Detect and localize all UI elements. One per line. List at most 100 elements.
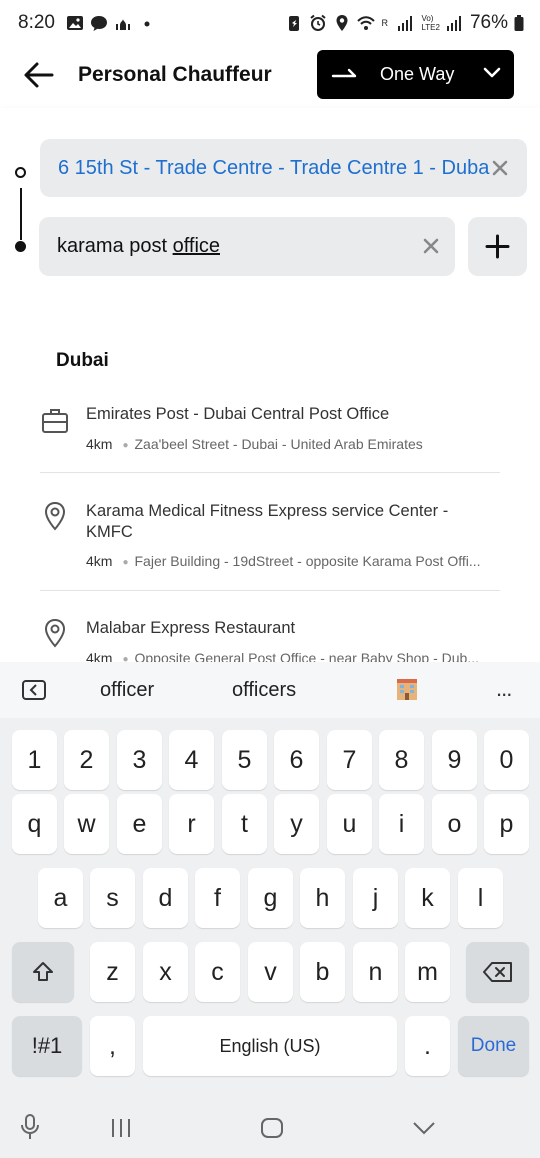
key-z[interactable]: z	[90, 942, 135, 1002]
key-5[interactable]: 5	[222, 730, 267, 790]
key-t[interactable]: t	[222, 794, 267, 854]
result-name: Emirates Post - Dubai Central Post Offic…	[86, 405, 390, 423]
key-4[interactable]: 4	[169, 730, 214, 790]
separator-dot-icon: ●	[122, 556, 129, 568]
mosque-icon	[116, 19, 130, 30]
search-results: Dubai Emirates Post - Dubai Central Post…	[0, 304, 540, 662]
clear-dropoff-icon[interactable]	[420, 235, 442, 257]
key-7[interactable]: 7	[327, 730, 372, 790]
key-e[interactable]: e	[117, 794, 162, 854]
key-6[interactable]: 6	[274, 730, 319, 790]
key-s[interactable]: s	[90, 868, 135, 928]
pickup-marker-icon	[15, 167, 26, 178]
home-icon[interactable]	[260, 1117, 284, 1139]
signal-icon	[398, 16, 413, 31]
divider	[40, 472, 500, 473]
done-key[interactable]: Done	[458, 1016, 529, 1076]
key-j[interactable]: j	[353, 868, 398, 928]
key-g[interactable]: g	[248, 868, 293, 928]
key-h[interactable]: h	[300, 868, 345, 928]
key-2[interactable]: 2	[64, 730, 109, 790]
pickup-field[interactable]: 6 15th St - Trade Centre - Trade Centre …	[40, 139, 527, 197]
key-u[interactable]: u	[327, 794, 372, 854]
key-v[interactable]: v	[248, 942, 293, 1002]
key-d[interactable]: d	[143, 868, 188, 928]
keyboard-toolbar-icon[interactable]	[22, 680, 46, 700]
chevron-down-icon	[483, 67, 501, 78]
pickup-text[interactable]: 6 15th St - Trade Centre - Trade Centre …	[58, 157, 490, 180]
roaming-label: R	[381, 17, 388, 28]
microphone-icon[interactable]	[20, 1114, 40, 1140]
trip-type-label: One Way	[380, 64, 455, 84]
hide-keyboard-icon[interactable]	[412, 1120, 436, 1136]
key-p[interactable]: p	[484, 794, 529, 854]
suggestion-bar: officer officers ...	[0, 662, 540, 718]
key-l[interactable]: l	[458, 868, 503, 928]
result-address: Opposite General Post Office - near Baby…	[134, 650, 479, 662]
dropoff-field[interactable]: karama post office	[39, 217, 455, 276]
space-key[interactable]: English (US)	[143, 1016, 397, 1076]
signal-icon	[446, 16, 461, 31]
more-options-icon[interactable]: ...	[496, 676, 512, 702]
plus-icon	[485, 234, 510, 259]
location-pin-icon	[44, 501, 66, 531]
key-f[interactable]: f	[195, 868, 240, 928]
result-item[interactable]: Karama Medical Fitness Express service C…	[40, 501, 500, 573]
status-time: 8:20	[18, 12, 55, 33]
key-i[interactable]: i	[379, 794, 424, 854]
period-key[interactable]: .	[405, 1016, 450, 1076]
dropoff-input[interactable]: karama post office	[57, 235, 220, 258]
suggestion-1[interactable]: officer	[100, 679, 154, 702]
system-nav-bar	[0, 1088, 540, 1158]
key-k[interactable]: k	[405, 868, 450, 928]
separator-dot-icon: ●	[122, 439, 129, 451]
location-icon	[336, 15, 348, 31]
key-8[interactable]: 8	[379, 730, 424, 790]
shift-icon	[33, 962, 53, 981]
result-distance: 4km	[86, 553, 113, 569]
comma-key[interactable]: ,	[90, 1016, 135, 1076]
suggestion-2[interactable]: officers	[232, 679, 296, 702]
keyboard: officer officers ... 1 2 3 4 5 6 7 8 9 0…	[0, 662, 540, 1088]
result-item[interactable]: Malabar Express Restaurant 4km ● Opposite …	[40, 618, 500, 662]
key-9[interactable]: 9	[432, 730, 477, 790]
key-a[interactable]: a	[38, 868, 83, 928]
key-r[interactable]: r	[169, 794, 214, 854]
key-1[interactable]: 1	[12, 730, 57, 790]
key-m[interactable]: m	[405, 942, 450, 1002]
chevron-left-icon	[29, 684, 37, 696]
key-n[interactable]: n	[353, 942, 398, 1002]
battery-percent: 76%	[469, 12, 508, 33]
app-header: Personal Chauffeur One Way	[0, 48, 540, 108]
briefcase-icon	[42, 409, 68, 433]
trip-type-dropdown[interactable]: One Way	[317, 50, 514, 99]
backspace-icon	[482, 962, 512, 982]
shift-key[interactable]	[12, 942, 74, 1002]
recents-icon[interactable]	[110, 1118, 132, 1138]
office-building-emoji-icon[interactable]	[394, 676, 420, 702]
one-way-arrow-icon	[331, 68, 357, 78]
alarm-icon	[310, 14, 327, 31]
key-y[interactable]: y	[274, 794, 319, 854]
key-b[interactable]: b	[300, 942, 345, 1002]
dropoff-marker-icon	[15, 241, 26, 252]
key-3[interactable]: 3	[117, 730, 162, 790]
backspace-key[interactable]	[466, 942, 529, 1002]
battery-icon	[514, 15, 524, 31]
lte-label: LTE2	[421, 23, 440, 32]
key-w[interactable]: w	[64, 794, 109, 854]
key-0[interactable]: 0	[484, 730, 529, 790]
chat-icon	[91, 16, 107, 31]
key-x[interactable]: x	[143, 942, 188, 1002]
back-arrow-icon[interactable]	[22, 58, 56, 92]
key-c[interactable]: c	[195, 942, 240, 1002]
volte-label: Vo)	[421, 14, 434, 23]
key-o[interactable]: o	[432, 794, 477, 854]
clear-pickup-icon[interactable]	[489, 157, 511, 179]
result-item[interactable]: Emirates Post - Dubai Central Post Offic…	[40, 404, 500, 456]
result-name: Karama Medical Fitness Express service C…	[86, 502, 449, 541]
add-stop-button[interactable]	[468, 217, 527, 276]
result-name: Malabar Express Restaurant	[86, 619, 296, 637]
symbols-key[interactable]: !#1	[12, 1016, 82, 1076]
key-q[interactable]: q	[12, 794, 57, 854]
